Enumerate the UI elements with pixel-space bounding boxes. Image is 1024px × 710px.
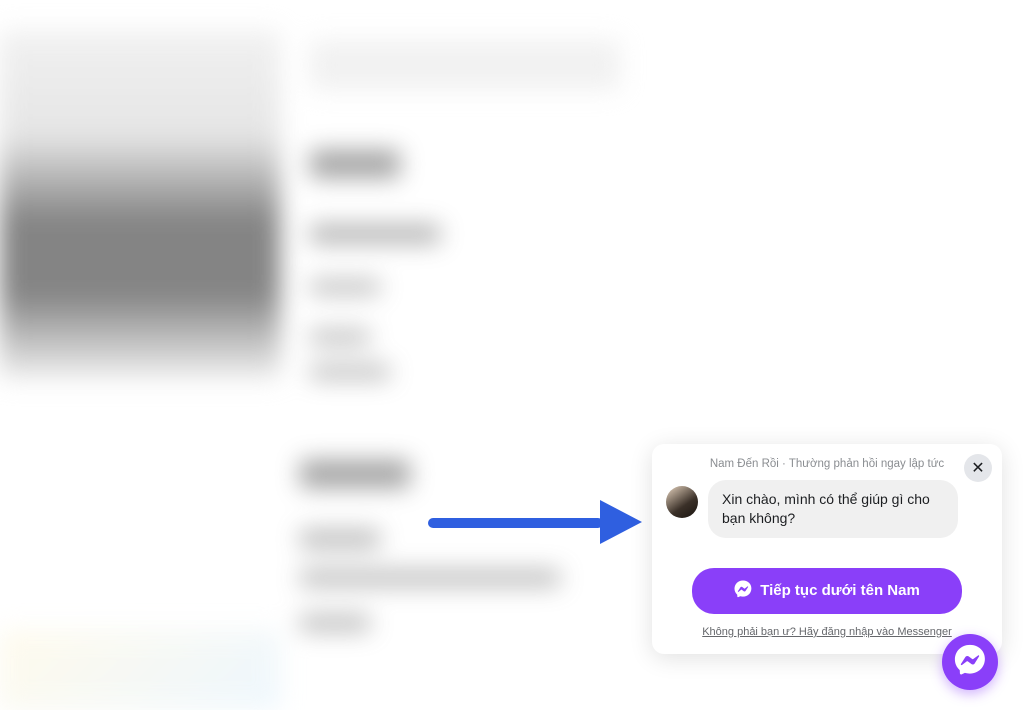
messenger-icon bbox=[954, 644, 986, 681]
messenger-fab-button[interactable] bbox=[942, 634, 998, 690]
avatar bbox=[666, 486, 698, 518]
chat-header: Nam Đến Rồi · Thường phản hồi ngay lập t… bbox=[666, 458, 988, 470]
messenger-icon bbox=[734, 580, 752, 602]
chat-reply-status: Thường phản hồi ngay lập tức bbox=[789, 458, 944, 470]
chat-message-bubble: Xin chào, mình có thể giúp gì cho bạn kh… bbox=[708, 480, 958, 538]
chat-message-row: Xin chào, mình có thể giúp gì cho bạn kh… bbox=[666, 480, 988, 538]
chat-sender-name: Nam Đến Rồi bbox=[710, 458, 779, 470]
close-icon: ✕ bbox=[971, 458, 984, 478]
chat-widget: Nam Đến Rồi · Thường phản hồi ngay lập t… bbox=[652, 444, 1002, 654]
chat-header-text: Nam Đến Rồi · Thường phản hồi ngay lập t… bbox=[710, 458, 944, 470]
not-you-login-link[interactable]: Không phải bạn ư? Hãy đăng nhập vào Mess… bbox=[666, 626, 988, 638]
annotation-arrow bbox=[428, 502, 643, 542]
continue-button-label: Tiếp tục dưới tên Nam bbox=[760, 582, 920, 599]
continue-as-button[interactable]: Tiếp tục dưới tên Nam bbox=[692, 568, 962, 614]
close-button[interactable]: ✕ bbox=[964, 454, 992, 482]
